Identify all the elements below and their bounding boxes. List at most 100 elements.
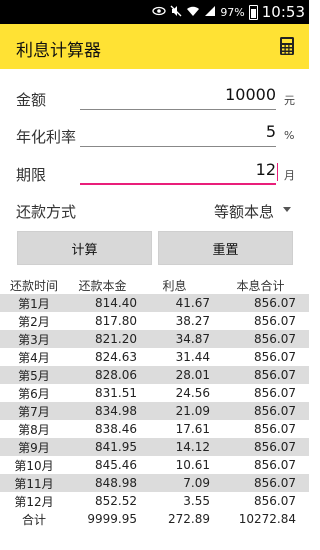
cell-interest: 17.61 (175, 422, 210, 436)
header-interest: 利息 (162, 278, 187, 293)
cell-principal: 845.46 (95, 458, 137, 472)
cell-total: 856.07 (212, 366, 309, 384)
cell-principal: 814.40 (68, 294, 139, 312)
cell-total: 856.07 (212, 402, 309, 420)
mute-icon (170, 5, 182, 19)
amount-input[interactable]: 10000 (80, 82, 276, 110)
table-row: 第4月 824.63 31.44 856.07 (0, 348, 309, 366)
battery-percent: 97% (220, 5, 245, 19)
cell-interest: 24.56 (175, 386, 210, 400)
rate-input[interactable]: 5 (80, 119, 276, 147)
total-amount: 10272.84 (238, 512, 296, 526)
table-row: 第11月 848.98 7.09 856.07 (0, 474, 309, 492)
term-label: 期限 (16, 166, 47, 184)
cell-principal: 824.63 (95, 350, 137, 364)
header-principal: 还款本金 (78, 278, 127, 293)
cell-principal: 838.46 (95, 422, 137, 436)
method-dropdown[interactable]: 等额本息 (214, 201, 274, 222)
cell-interest: 7.09 (139, 474, 212, 492)
table-row: 第9月 841.95 14.12 856.07 (0, 438, 309, 456)
rate-underline (80, 146, 276, 147)
table-row: 第6月 831.51 24.56 856.07 (0, 384, 309, 402)
cell-time: 第3月 (0, 330, 68, 348)
battery-icon (248, 4, 258, 20)
cell-total: 856.07 (254, 350, 296, 364)
reset-button[interactable]: 重置 (158, 231, 293, 265)
amount-value: 10000 (225, 85, 276, 104)
table-row: 第12月 852.52 3.55 856.07 (0, 492, 309, 510)
cell-principal: 852.52 (95, 494, 137, 508)
table-row: 第8月 838.46 17.61 856.07 (0, 420, 309, 438)
dropdown-arrow-icon[interactable] (283, 207, 291, 212)
cell-total: 856.07 (254, 422, 296, 436)
total-interest: 272.89 (168, 512, 210, 526)
cell-interest: 3.55 (183, 494, 210, 508)
app-bar: 利息计算器 (0, 24, 309, 69)
cell-time: 第7月 (0, 402, 68, 420)
rate-label: 年化利率 (16, 128, 77, 146)
table-row: 第3月 821.20 34.87 856.07 (0, 330, 309, 348)
cell-total: 856.07 (254, 458, 296, 472)
amount-label: 金额 (16, 91, 47, 109)
total-label: 合计 (21, 512, 46, 527)
table-total-row: 合计 9999.95 272.89 10272.84 (0, 510, 309, 528)
cell-interest: 28.01 (139, 366, 212, 384)
table-row: 第1月 814.40 41.67 856.07 (0, 294, 309, 312)
rate-unit: % (284, 129, 295, 142)
eye-icon (152, 6, 166, 18)
table-row: 第10月 845.46 10.61 856.07 (0, 456, 309, 474)
cell-total: 856.07 (212, 294, 309, 312)
cell-interest: 10.61 (175, 458, 210, 472)
cell-principal: 841.95 (68, 438, 139, 456)
table-row: 第5月 828.06 28.01 856.07 (0, 366, 309, 384)
header-total: 本息合计 (236, 278, 285, 293)
status-icons: 97% 10:53 (152, 0, 305, 24)
method-label: 还款方式 (16, 203, 77, 221)
cell-time: 第10月 (14, 458, 54, 473)
amount-underline (80, 109, 276, 110)
app-title: 利息计算器 (16, 41, 101, 61)
cell-principal: 821.20 (68, 330, 139, 348)
cell-interest: 34.87 (139, 330, 212, 348)
cell-total: 856.07 (212, 330, 309, 348)
rate-value: 5 (265, 122, 276, 141)
term-input[interactable]: 12 (80, 157, 278, 185)
cell-total: 856.07 (254, 386, 296, 400)
repayment-schedule-table: 还款时间 还款本金 利息 本息合计 第1月 814.40 41.67 856.0… (0, 276, 309, 528)
total-principal: 9999.95 (87, 512, 137, 526)
cell-time: 第2月 (18, 314, 50, 329)
cell-total: 856.07 (254, 314, 296, 328)
cell-interest: 14.12 (139, 438, 212, 456)
cell-time: 第6月 (18, 386, 50, 401)
cell-total: 856.07 (212, 474, 309, 492)
text-cursor (277, 163, 278, 181)
cell-time: 第12月 (14, 494, 54, 509)
cell-principal: 828.06 (68, 366, 139, 384)
calculator-icon[interactable] (277, 36, 297, 56)
cell-principal: 831.51 (95, 386, 137, 400)
cell-principal: 817.80 (95, 314, 137, 328)
cell-total: 856.07 (212, 438, 309, 456)
cell-time: 第5月 (0, 366, 68, 384)
cell-time: 第9月 (0, 438, 68, 456)
cell-time: 第4月 (18, 350, 50, 365)
cell-interest: 41.67 (139, 294, 212, 312)
cell-total: 856.07 (254, 494, 296, 508)
term-underline (80, 183, 276, 185)
status-bar: 97% 10:53 (0, 0, 309, 24)
cell-time: 第8月 (18, 422, 50, 437)
cell-time: 第11月 (0, 474, 68, 492)
cell-interest: 31.44 (175, 350, 210, 364)
cell-interest: 38.27 (175, 314, 210, 328)
table-row: 第2月 817.80 38.27 856.07 (0, 312, 309, 330)
cell-principal: 848.98 (68, 474, 139, 492)
term-unit: 月 (284, 169, 295, 182)
clock: 10:53 (261, 3, 305, 21)
term-value: 12 (255, 160, 276, 179)
table-row: 第7月 834.98 21.09 856.07 (0, 402, 309, 420)
table-header-row: 还款时间 还款本金 利息 本息合计 (0, 276, 309, 294)
header-time: 还款时间 (9, 278, 58, 293)
signal-icon (204, 5, 216, 19)
calculate-button[interactable]: 计算 (17, 231, 152, 265)
cell-time: 第1月 (0, 294, 68, 312)
